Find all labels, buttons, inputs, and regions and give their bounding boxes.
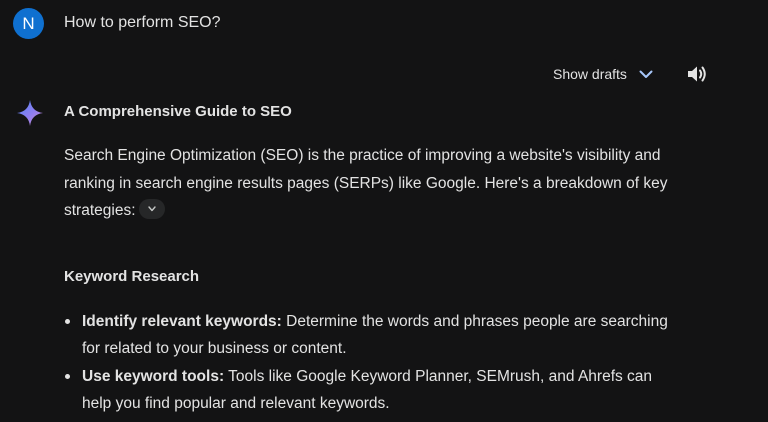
list-item: Use keyword tools: Tools like Google Key… [64,363,684,418]
show-drafts-label: Show drafts [553,66,627,82]
gemini-sparkle-icon [16,99,44,127]
user-prompt: How to perform SEO? [64,14,221,31]
bullet-dot [65,373,70,379]
response-heading: A Comprehensive Guide to SEO [64,103,292,120]
chevron-down-icon [639,70,653,79]
sources-chevron-icon [147,206,156,212]
user-avatar: N [13,8,44,39]
response-body: A Comprehensive Guide to SEO Search Engi… [64,101,684,418]
section-title: Keyword Research [64,267,200,285]
bullet-list: Identify relevant keywords: Determine th… [64,308,684,418]
speaker-icon[interactable] [685,62,709,86]
response-intro: Search Engine Optimization (SEO) is the … [64,142,684,225]
bullet-dot [65,318,70,324]
bullet-title: Use keyword tools: [82,367,225,385]
list-item: Identify relevant keywords: Determine th… [64,308,684,363]
sources-chip[interactable] [138,198,165,219]
show-drafts-button[interactable]: Show drafts [553,63,653,85]
bullet-title: Identify relevant keywords: [82,312,282,330]
